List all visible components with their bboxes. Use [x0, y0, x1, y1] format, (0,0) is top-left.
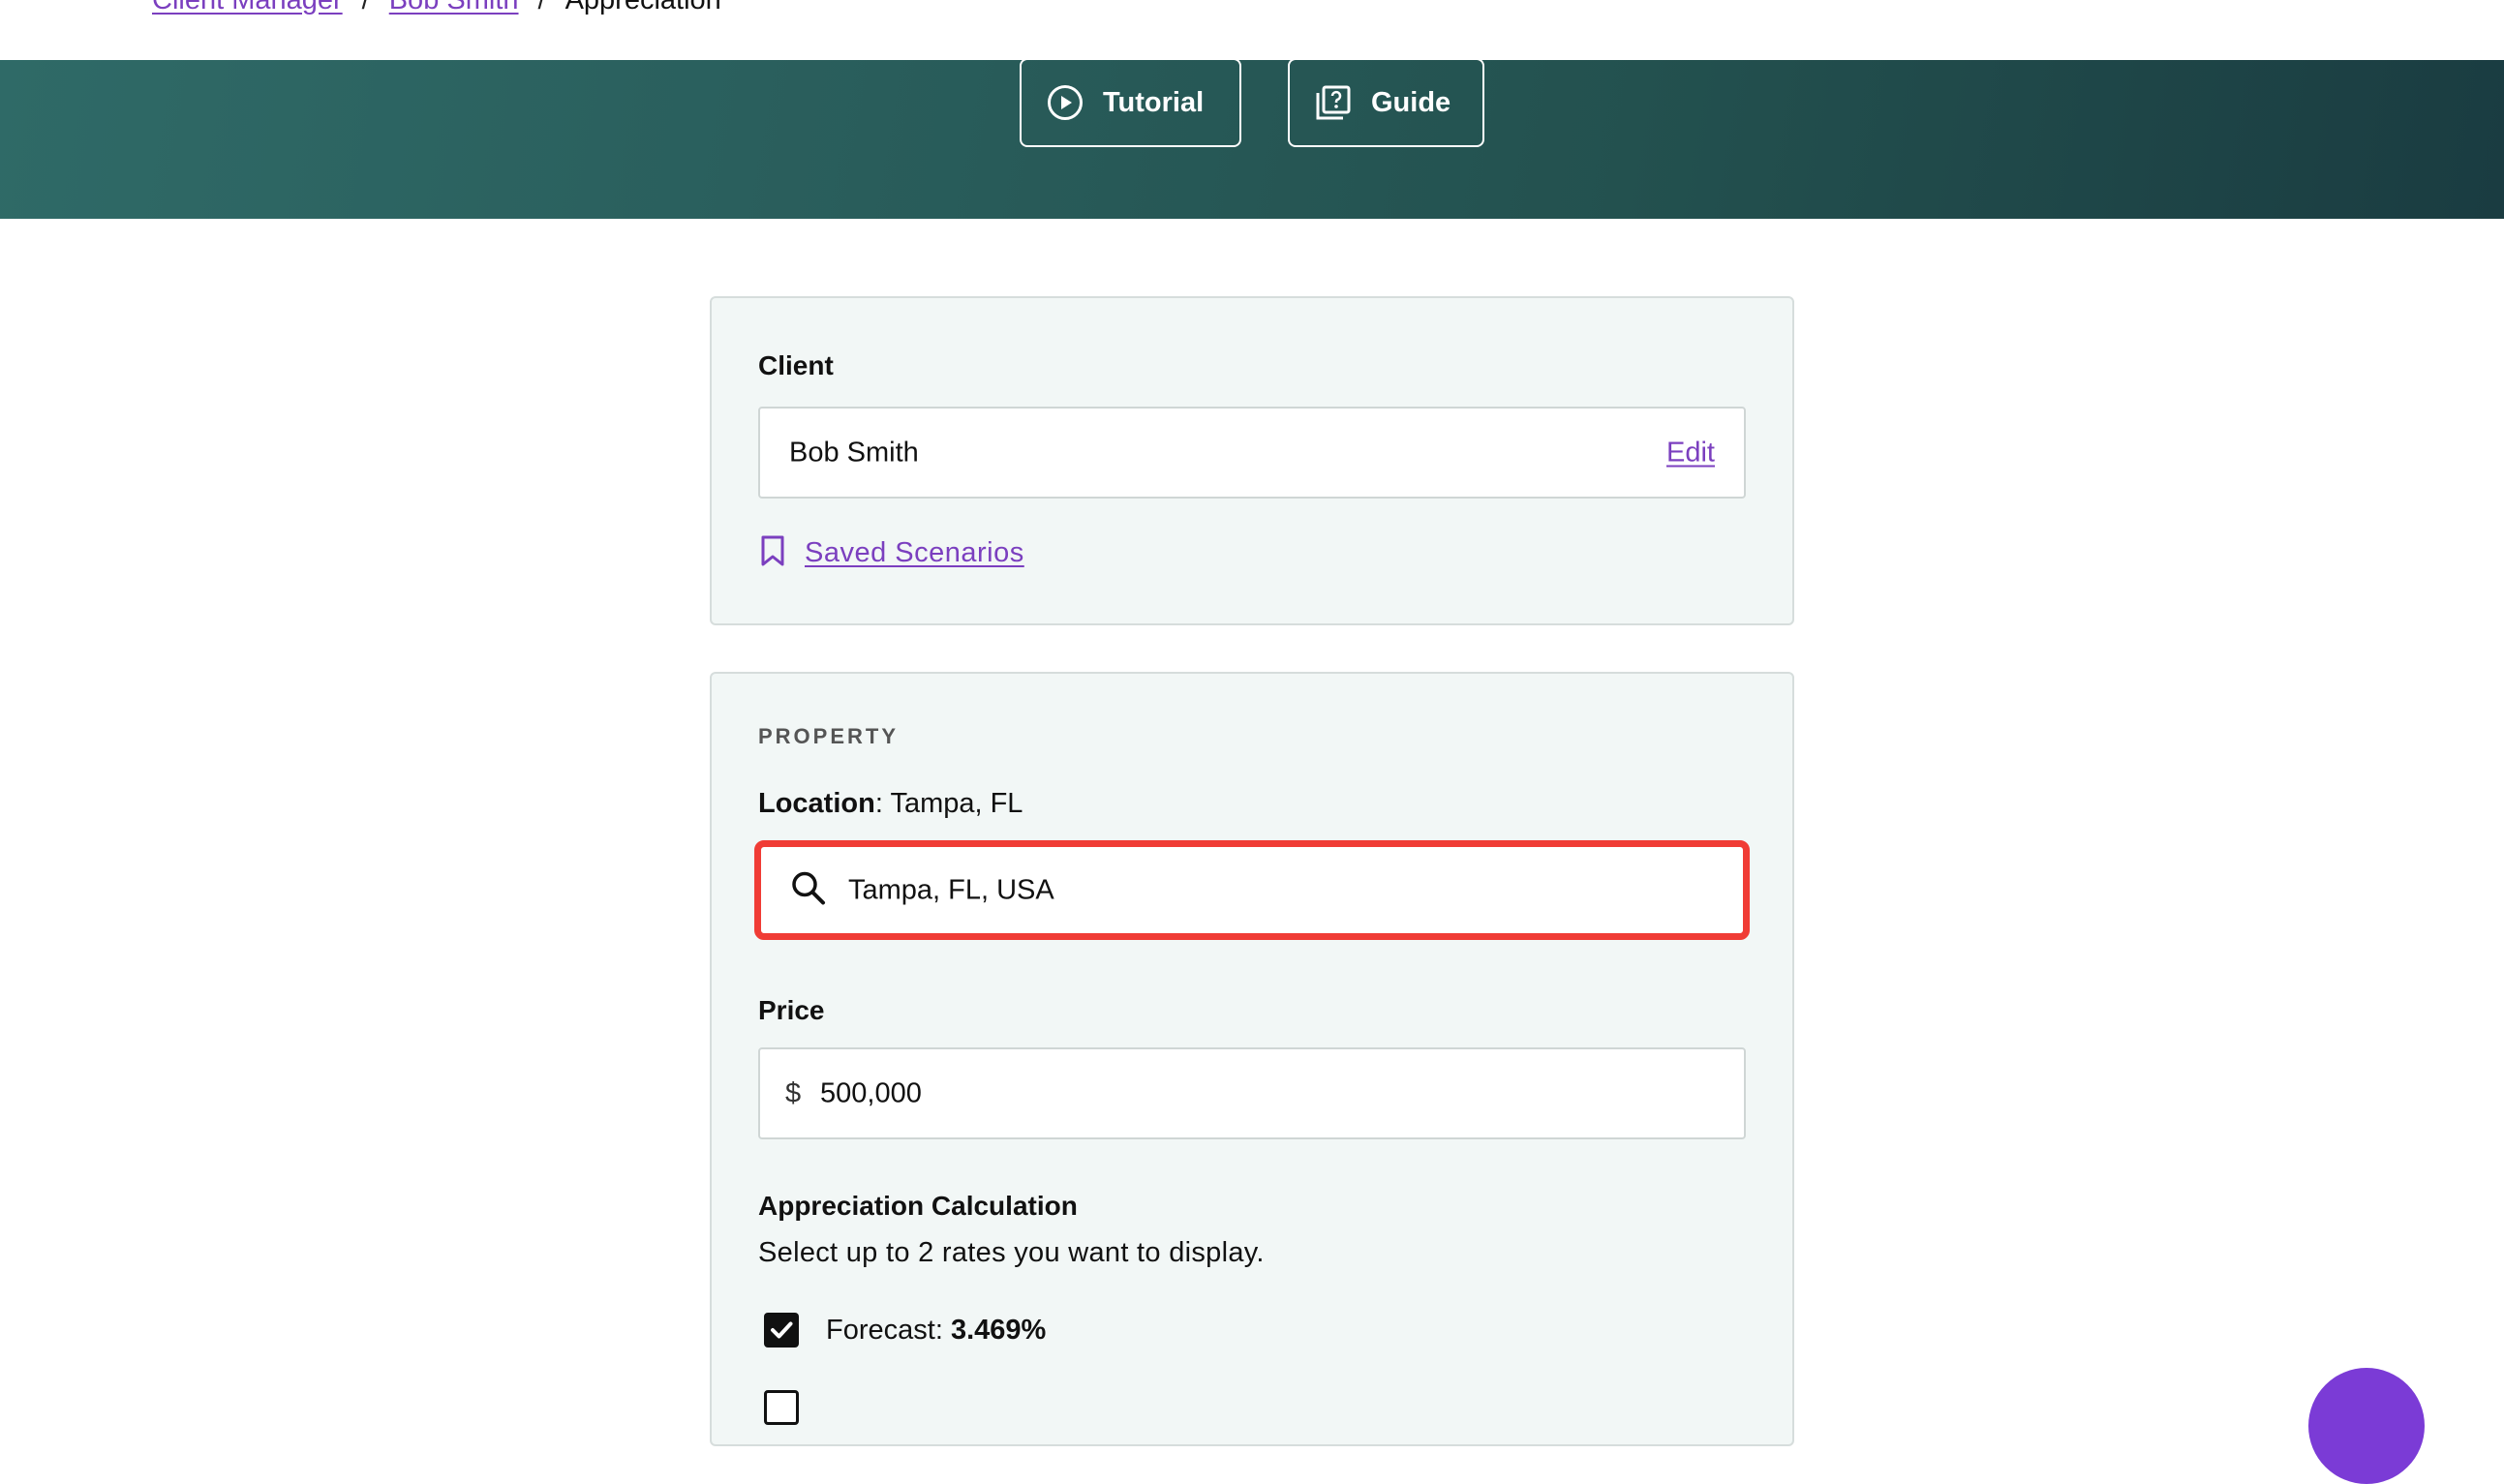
second-rate-option[interactable]: [764, 1390, 799, 1425]
breadcrumb-current: Appreciation: [565, 0, 721, 15]
client-name-value: Bob Smith: [789, 437, 919, 468]
location-search-input[interactable]: Tampa, FL, USA: [754, 840, 1750, 940]
location-line: Location: Tampa, FL: [758, 788, 1023, 820]
location-colon: :: [874, 788, 883, 819]
second-rate-checkbox[interactable]: [764, 1390, 799, 1425]
price-input[interactable]: $ 500,000: [758, 1047, 1746, 1139]
breadcrumb-bob-smith-link[interactable]: Bob Smith: [389, 0, 519, 17]
forecast-rate-option[interactable]: Forecast: 3.469%: [764, 1313, 1046, 1348]
property-section-title: PROPERTY: [758, 724, 900, 748]
help-document-icon: [1315, 84, 1352, 121]
currency-symbol: $: [785, 1077, 802, 1108]
tutorial-button[interactable]: Tutorial: [1020, 58, 1241, 147]
forecast-rate-text: Forecast: 3.469%: [826, 1315, 1046, 1347]
location-search-value: Tampa, FL, USA: [848, 874, 1054, 905]
top-bar: Client Manager / Bob Smith / Appreciatio…: [0, 0, 2504, 60]
hero-banner: Tutorial Guide: [0, 58, 2504, 219]
search-icon: [790, 869, 827, 911]
client-name-field: Bob Smith Edit: [758, 407, 1746, 499]
forecast-checkbox[interactable]: [764, 1313, 799, 1348]
bookmark-icon: [758, 534, 787, 572]
location-label: Location: [758, 788, 875, 819]
breadcrumb-separator: /: [361, 0, 370, 15]
breadcrumb: Client Manager / Bob Smith / Appreciatio…: [152, 0, 721, 17]
location-value: Tampa, FL: [882, 788, 1023, 819]
guide-button[interactable]: Guide: [1288, 58, 1484, 147]
breadcrumb-separator: /: [537, 0, 546, 15]
saved-scenarios-label: Saved Scenarios: [805, 537, 1024, 568]
breadcrumb-client-manager-link[interactable]: Client Manager: [152, 0, 343, 17]
forecast-label: Forecast:: [826, 1314, 951, 1346]
checkmark-icon: [771, 1321, 793, 1339]
appreciation-calculation-title: Appreciation Calculation: [758, 1191, 1078, 1221]
tutorial-button-label: Tutorial: [1103, 86, 1205, 118]
price-label: Price: [758, 995, 825, 1025]
forecast-rate-value: 3.469%: [950, 1314, 1047, 1346]
play-circle-icon: [1047, 84, 1084, 121]
guide-button-label: Guide: [1371, 86, 1451, 118]
saved-scenarios-link[interactable]: Saved Scenarios: [758, 534, 1024, 572]
client-label: Client: [758, 350, 834, 380]
edit-client-link[interactable]: Edit: [1666, 437, 1715, 469]
price-value: 500,000: [820, 1077, 922, 1108]
appreciation-calculation-subtitle: Select up to 2 rates you want to display…: [758, 1237, 1265, 1268]
property-card: PROPERTY Location: Tampa, FL Tampa, FL, …: [710, 672, 1794, 1446]
floating-action-button[interactable]: [2308, 1368, 2425, 1484]
client-card: Client Bob Smith Edit Saved Scenarios: [710, 296, 1794, 625]
